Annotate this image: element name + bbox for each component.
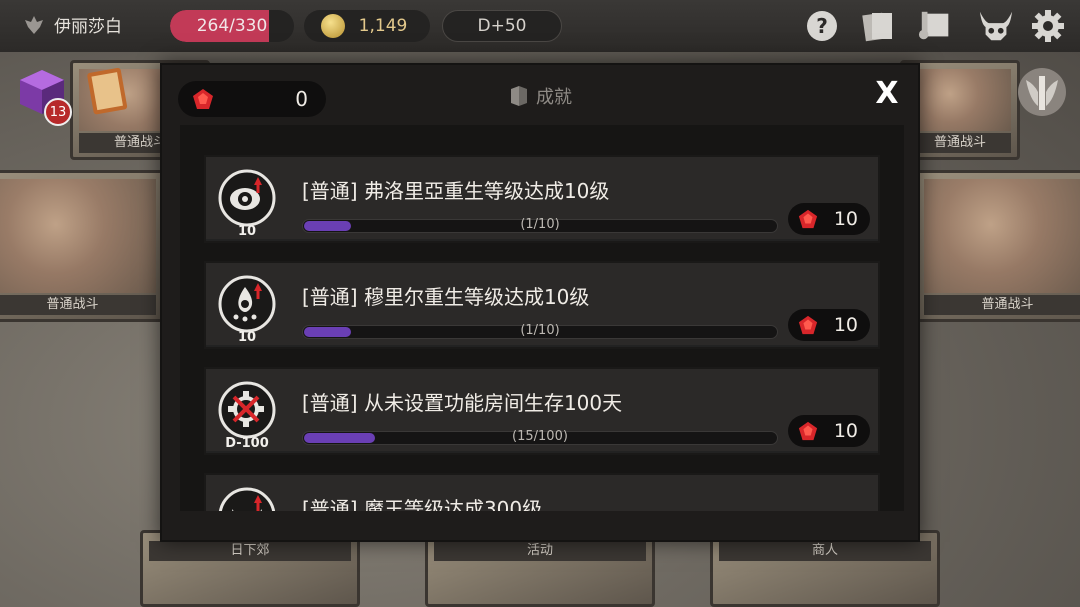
scroll-icon bbox=[918, 11, 949, 40]
guild-button[interactable] bbox=[1016, 66, 1068, 118]
achievement-title: [普通] 从未设置功能房间生存100天 bbox=[302, 391, 623, 415]
inventory-badge: 13 bbox=[44, 98, 72, 126]
card-caption: 普通战斗 bbox=[924, 295, 1080, 315]
achievement-item[interactable]: D-100 [普通] 从未设置功能房间生存100天 (15/100) 10 bbox=[204, 367, 880, 455]
reward-badge[interactable]: 10 bbox=[788, 203, 870, 235]
progress-text: (1/10) bbox=[520, 217, 560, 232]
achievement-title: [普通] 魔王等级达成300级 bbox=[302, 497, 543, 511]
achievement-item[interactable]: [普通] 魔王等级达成300级 bbox=[204, 473, 880, 511]
eye-rebirth-icon: 10 bbox=[218, 169, 276, 239]
help-button[interactable]: ? bbox=[804, 8, 840, 44]
player-info[interactable]: 伊丽莎白 bbox=[22, 12, 122, 37]
achievement-badge: 10 bbox=[237, 224, 257, 239]
cards-icon bbox=[862, 12, 892, 42]
gem-count: 0 bbox=[295, 87, 308, 111]
card-caption: 日下郊 bbox=[149, 541, 351, 561]
achievements-dialog: 0 成就 X 10 [普通] 弗洛里亞重生等级达成10级 (1/10) 10 1… bbox=[160, 63, 920, 542]
reward-amount: 10 bbox=[833, 420, 858, 442]
progress-text: (1/10) bbox=[520, 323, 560, 338]
card-caption: 商人 bbox=[719, 541, 931, 561]
dialog-title: 成就 bbox=[510, 83, 572, 109]
crest-icon bbox=[25, 15, 43, 34]
progress-bar: (15/100) bbox=[302, 429, 778, 445]
ruby-icon bbox=[193, 89, 213, 109]
ruby-icon bbox=[798, 421, 818, 441]
card-art bbox=[909, 69, 1011, 131]
inventory-badge-count: 13 bbox=[49, 104, 67, 120]
hp-text: 264/330 bbox=[196, 16, 268, 36]
gear-crossed-icon: D-100 bbox=[218, 381, 276, 451]
card-art bbox=[0, 179, 156, 293]
top-bar: 伊丽莎白 264/330 1,149 D+50 ? bbox=[0, 0, 1080, 52]
gold-value: 1,149 bbox=[358, 16, 408, 36]
hp-bar: 264/330 bbox=[170, 10, 294, 42]
reward-badge[interactable]: 10 bbox=[788, 309, 870, 341]
reward-amount: 10 bbox=[833, 208, 858, 230]
flame-rebirth-icon: 10 bbox=[218, 275, 276, 345]
reward-amount: 10 bbox=[833, 314, 858, 336]
day-counter: D+50 bbox=[442, 10, 562, 42]
achievement-title: [普通] 弗洛里亞重生等级达成10级 bbox=[302, 179, 610, 203]
demon-button[interactable] bbox=[978, 8, 1014, 44]
achievement-badge: D-100 bbox=[225, 436, 269, 451]
book-icon bbox=[87, 68, 128, 115]
card-caption: 活动 bbox=[434, 541, 646, 561]
day-value: D+50 bbox=[477, 16, 527, 36]
card-art bbox=[924, 179, 1080, 293]
gold-counter: 1,149 bbox=[304, 10, 430, 42]
card-caption: 普通战斗 bbox=[0, 295, 156, 315]
achievement-list[interactable]: 10 [普通] 弗洛里亞重生等级达成10级 (1/10) 10 10 [普通] … bbox=[180, 125, 904, 511]
scroll-button[interactable] bbox=[918, 8, 954, 44]
achievement-item[interactable]: 10 [普通] 穆里尔重生等级达成10级 (1/10) 10 bbox=[204, 261, 880, 349]
demon-king-icon bbox=[218, 487, 276, 511]
card-caption: 普通战斗 bbox=[909, 133, 1011, 153]
progress-text: (15/100) bbox=[512, 429, 568, 444]
cards-button[interactable] bbox=[860, 8, 896, 44]
achievement-item[interactable]: 10 [普通] 弗洛里亞重生等级达成10级 (1/10) 10 bbox=[204, 155, 880, 243]
svg-text:?: ? bbox=[816, 14, 828, 38]
demon-horns-icon bbox=[979, 11, 1013, 41]
player-name: 伊丽莎白 bbox=[54, 17, 122, 37]
battle-card[interactable]: 普通战斗 bbox=[915, 170, 1080, 322]
achievement-title: [普通] 穆里尔重生等级达成10级 bbox=[302, 285, 590, 309]
achievement-badge: 10 bbox=[237, 330, 257, 345]
reward-badge[interactable]: 10 bbox=[788, 415, 870, 447]
inventory-button[interactable]: 13 bbox=[16, 66, 72, 126]
progress-bar: (1/10) bbox=[302, 217, 778, 233]
coin-icon bbox=[320, 14, 345, 38]
dialog-title-text: 成就 bbox=[536, 87, 572, 108]
gear-icon bbox=[1032, 10, 1064, 42]
ruby-icon bbox=[798, 209, 818, 229]
book-button[interactable] bbox=[84, 64, 132, 116]
ruby-icon bbox=[798, 315, 818, 335]
progress-bar: (1/10) bbox=[302, 323, 778, 339]
settings-button[interactable] bbox=[1030, 8, 1066, 44]
winged-shield-icon bbox=[1018, 68, 1066, 116]
help-icon: ? bbox=[807, 11, 837, 41]
book-icon bbox=[511, 86, 527, 106]
gem-counter: 0 bbox=[178, 81, 326, 117]
close-button[interactable]: X bbox=[872, 79, 902, 109]
battle-card[interactable]: 普通战斗 bbox=[0, 170, 165, 322]
